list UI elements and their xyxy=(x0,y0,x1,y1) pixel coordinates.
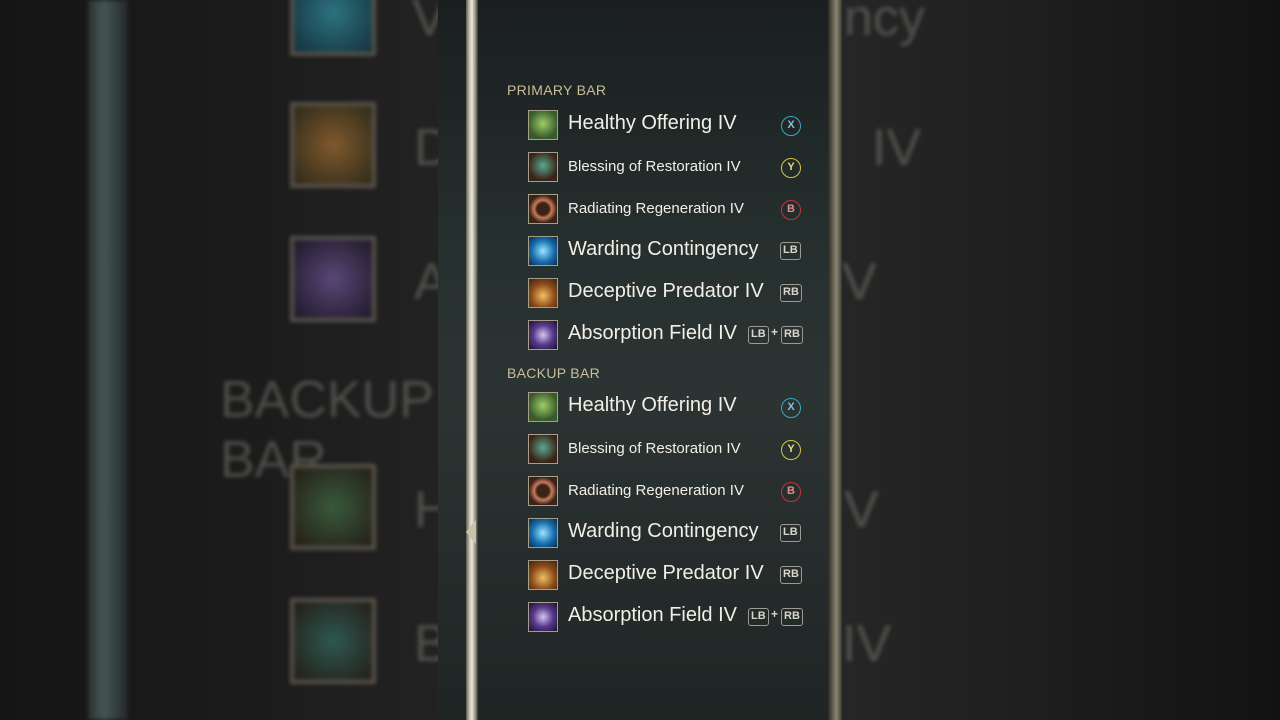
absorption-field-icon xyxy=(528,320,558,350)
partial-text: B xyxy=(414,615,438,673)
healthy-offering-icon xyxy=(290,464,376,550)
partial-text: IV xyxy=(842,615,892,673)
skill-name: Absorption Field IV xyxy=(568,322,737,344)
skill-row[interactable]: Healthy Offering IV X xyxy=(528,109,808,141)
backup-bar-title: BACKUP BAR xyxy=(507,365,600,381)
b-button-icon: B xyxy=(781,482,801,502)
warding-contingency-icon xyxy=(528,518,558,548)
absorption-field-icon xyxy=(290,236,376,322)
deceptive-predator-icon xyxy=(290,102,376,188)
absorption-field-icon xyxy=(528,602,558,632)
radiating-regeneration-icon xyxy=(528,194,558,224)
skill-row[interactable]: Healthy Offering IV X xyxy=(528,391,808,423)
frame-arrow-icon xyxy=(466,520,476,544)
plus-sign: + xyxy=(771,607,779,621)
b-button-icon: B xyxy=(781,200,801,220)
skill-row[interactable]: Absorption Field IV LB + RB xyxy=(528,601,808,633)
healthy-offering-icon xyxy=(528,392,558,422)
partial-text: V xyxy=(844,481,879,539)
x-button-icon: X xyxy=(781,116,801,136)
panel-right-edge xyxy=(828,0,842,720)
left-blurred-background: V D A BACKUP BAR H B xyxy=(0,0,438,720)
rb-button-icon: RB xyxy=(781,326,803,344)
skill-name: Blessing of Restoration IV xyxy=(568,440,741,457)
partial-text: H xyxy=(414,481,438,539)
x-button-icon: X xyxy=(781,398,801,418)
skill-name: Radiating Regeneration IV xyxy=(568,200,744,217)
skill-name: Blessing of Restoration IV xyxy=(568,158,741,175)
blessing-of-restoration-icon xyxy=(528,434,558,464)
skill-row[interactable]: Radiating Regeneration IV B xyxy=(528,193,808,225)
partial-text: V xyxy=(842,253,877,311)
warding-contingency-icon xyxy=(528,236,558,266)
blessing-of-restoration-icon xyxy=(290,598,376,684)
skill-row[interactable]: Blessing of Restoration IV Y xyxy=(528,433,808,465)
panel-frame-rail xyxy=(466,0,478,720)
warding-contingency-icon xyxy=(290,0,376,56)
deceptive-predator-icon xyxy=(528,278,558,308)
partial-text: ncy xyxy=(844,0,925,47)
deceptive-predator-icon xyxy=(528,560,558,590)
skill-row[interactable]: Blessing of Restoration IV Y xyxy=(528,151,808,183)
partial-text: D xyxy=(414,119,438,177)
blessing-of-restoration-icon xyxy=(528,152,558,182)
skill-row[interactable]: Absorption Field IV LB + RB xyxy=(528,319,808,351)
right-blurred-background: ncy LB IV RB V LB + RB V X IV Y xyxy=(842,0,1280,720)
skill-name: Warding Contingency xyxy=(568,238,759,260)
skill-row[interactable]: Deceptive Predator IV RB xyxy=(528,559,808,591)
plus-sign: + xyxy=(771,325,779,339)
skill-row[interactable]: Warding Contingency LB xyxy=(528,517,808,549)
lb-button-icon: LB xyxy=(748,326,769,344)
partial-text: V xyxy=(412,0,438,47)
skill-row[interactable]: Radiating Regeneration IV B xyxy=(528,475,808,507)
lb-button-icon: LB xyxy=(780,242,801,260)
radiating-regeneration-icon xyxy=(528,476,558,506)
skill-row[interactable]: Warding Contingency LB xyxy=(528,235,808,267)
skill-name: Warding Contingency xyxy=(568,520,759,542)
rb-button-icon: RB xyxy=(780,566,802,584)
y-button-icon: Y xyxy=(781,158,801,178)
skill-name: Deceptive Predator IV xyxy=(568,280,764,302)
skill-name: Radiating Regeneration IV xyxy=(568,482,744,499)
skill-bar-panel: PRIMARY BAR Healthy Offering IV X Blessi… xyxy=(438,0,842,720)
rb-button-icon: RB xyxy=(780,284,802,302)
skill-name: Absorption Field IV xyxy=(568,604,737,626)
lb-button-icon: LB xyxy=(748,608,769,626)
left-frame-rail xyxy=(88,0,128,720)
skill-name: Healthy Offering IV xyxy=(568,394,737,416)
lb-button-icon: LB xyxy=(780,524,801,542)
healthy-offering-icon xyxy=(528,110,558,140)
skill-name: Healthy Offering IV xyxy=(568,112,737,134)
rb-button-icon: RB xyxy=(781,608,803,626)
partial-text: IV xyxy=(872,119,922,177)
primary-bar-title: PRIMARY BAR xyxy=(507,82,607,98)
skill-name: Deceptive Predator IV xyxy=(568,562,764,584)
partial-text: A xyxy=(414,253,438,311)
y-button-icon: Y xyxy=(781,440,801,460)
skill-row[interactable]: Deceptive Predator IV RB xyxy=(528,277,808,309)
